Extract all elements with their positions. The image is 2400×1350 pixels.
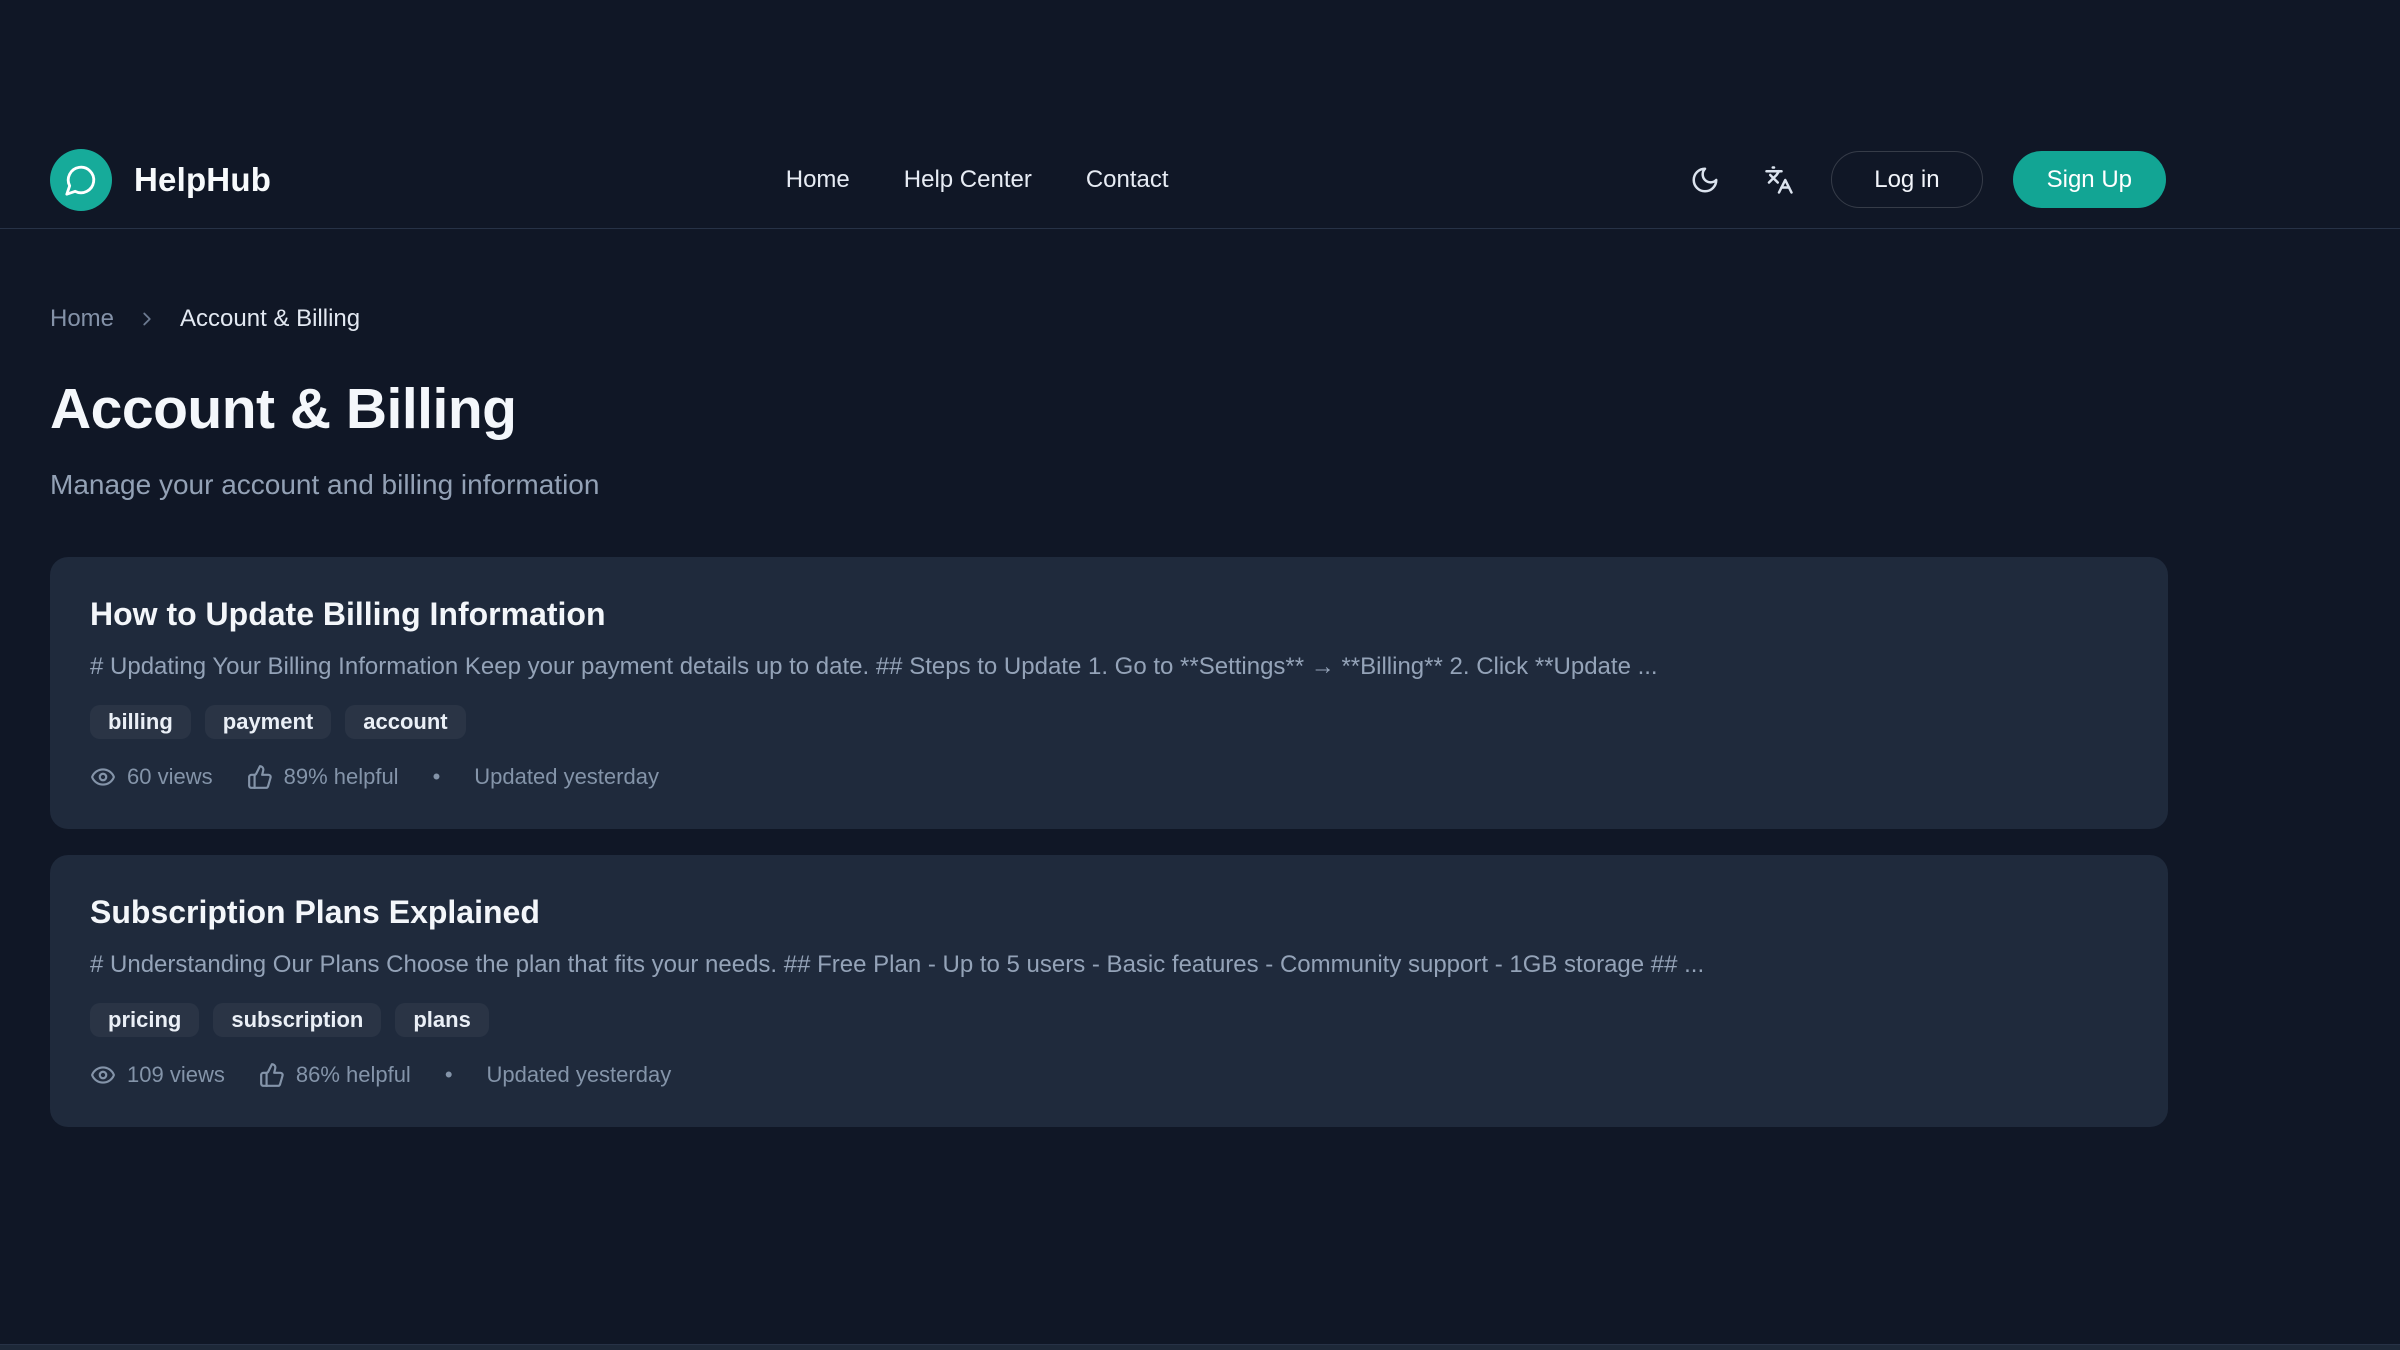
top-spacer xyxy=(0,0,2400,131)
article-excerpt: # Updating Your Billing Information Keep… xyxy=(90,651,2128,683)
helpful-label: 89% helpful xyxy=(284,763,399,791)
helpful-rating: 86% helpful xyxy=(259,1061,411,1089)
nav-link-help-center[interactable]: Help Center xyxy=(904,166,1032,194)
helphub-logo xyxy=(50,149,112,211)
dark-mode-toggle[interactable] xyxy=(1683,158,1727,202)
helpful-label: 86% helpful xyxy=(296,1061,411,1089)
updated-label: Updated yesterday xyxy=(487,1061,672,1089)
brand-name: HelpHub xyxy=(134,161,271,199)
footer-edge xyxy=(0,1344,2400,1350)
helpful-rating: 89% helpful xyxy=(247,763,399,791)
eye-icon xyxy=(90,764,116,790)
meta-separator: • xyxy=(433,763,441,791)
page-title: Account & Billing xyxy=(50,375,2168,443)
eye-icon xyxy=(90,1062,116,1088)
views-count: 60 views xyxy=(90,763,213,791)
brand[interactable]: HelpHub xyxy=(50,149,271,211)
languages-icon xyxy=(1764,165,1794,195)
chevron-right-icon xyxy=(136,308,158,330)
meta-separator: • xyxy=(445,1061,453,1089)
article-card-billing-info[interactable]: How to Update Billing Information # Upda… xyxy=(50,557,2168,829)
language-switcher[interactable] xyxy=(1757,158,1801,202)
page-subtitle: Manage your account and billing informat… xyxy=(50,465,2168,504)
nav-link-contact[interactable]: Contact xyxy=(1086,166,1169,194)
moon-icon xyxy=(1690,165,1720,195)
views-label: 60 views xyxy=(127,763,213,791)
article-title[interactable]: Subscription Plans Explained xyxy=(90,893,2128,931)
tag-badge[interactable]: plans xyxy=(395,1003,488,1037)
tag-badge[interactable]: payment xyxy=(205,705,331,739)
login-button[interactable]: Log in xyxy=(1831,151,1982,208)
article-meta: 60 views 89% helpful • Updated yesterday xyxy=(90,763,2128,791)
speech-bubble-icon xyxy=(64,163,98,197)
top-navbar: HelpHub Home Help Center Contact Log in … xyxy=(0,131,2400,229)
main-nav: Home Help Center Contact xyxy=(271,166,1683,194)
main-content: Home Account & Billing Account & Billing… xyxy=(50,305,2168,1127)
article-list: How to Update Billing Information # Upda… xyxy=(50,557,2168,1127)
article-meta: 109 views 86% helpful • Updated yesterda… xyxy=(90,1061,2128,1089)
views-count: 109 views xyxy=(90,1061,225,1089)
article-excerpt: # Understanding Our Plans Choose the pla… xyxy=(90,949,2128,981)
breadcrumb-current: Account & Billing xyxy=(180,305,360,333)
tag-badge[interactable]: billing xyxy=(90,705,191,739)
updated-label: Updated yesterday xyxy=(474,763,659,791)
article-card-subscription-plans[interactable]: Subscription Plans Explained # Understan… xyxy=(50,855,2168,1127)
breadcrumb: Home Account & Billing xyxy=(50,305,2168,333)
tag-badge[interactable]: pricing xyxy=(90,1003,199,1037)
breadcrumb-home-link[interactable]: Home xyxy=(50,305,114,333)
tag-row: billing payment account xyxy=(90,705,2128,739)
signup-button[interactable]: Sign Up xyxy=(2013,151,2166,208)
thumbs-up-icon xyxy=(247,764,273,790)
tag-row: pricing subscription plans xyxy=(90,1003,2128,1037)
header-controls: Log in Sign Up xyxy=(1683,151,2166,208)
article-title[interactable]: How to Update Billing Information xyxy=(90,595,2128,633)
views-label: 109 views xyxy=(127,1061,225,1089)
tag-badge[interactable]: subscription xyxy=(213,1003,381,1037)
tag-badge[interactable]: account xyxy=(345,705,465,739)
nav-link-home[interactable]: Home xyxy=(786,166,850,194)
thumbs-up-icon xyxy=(259,1062,285,1088)
